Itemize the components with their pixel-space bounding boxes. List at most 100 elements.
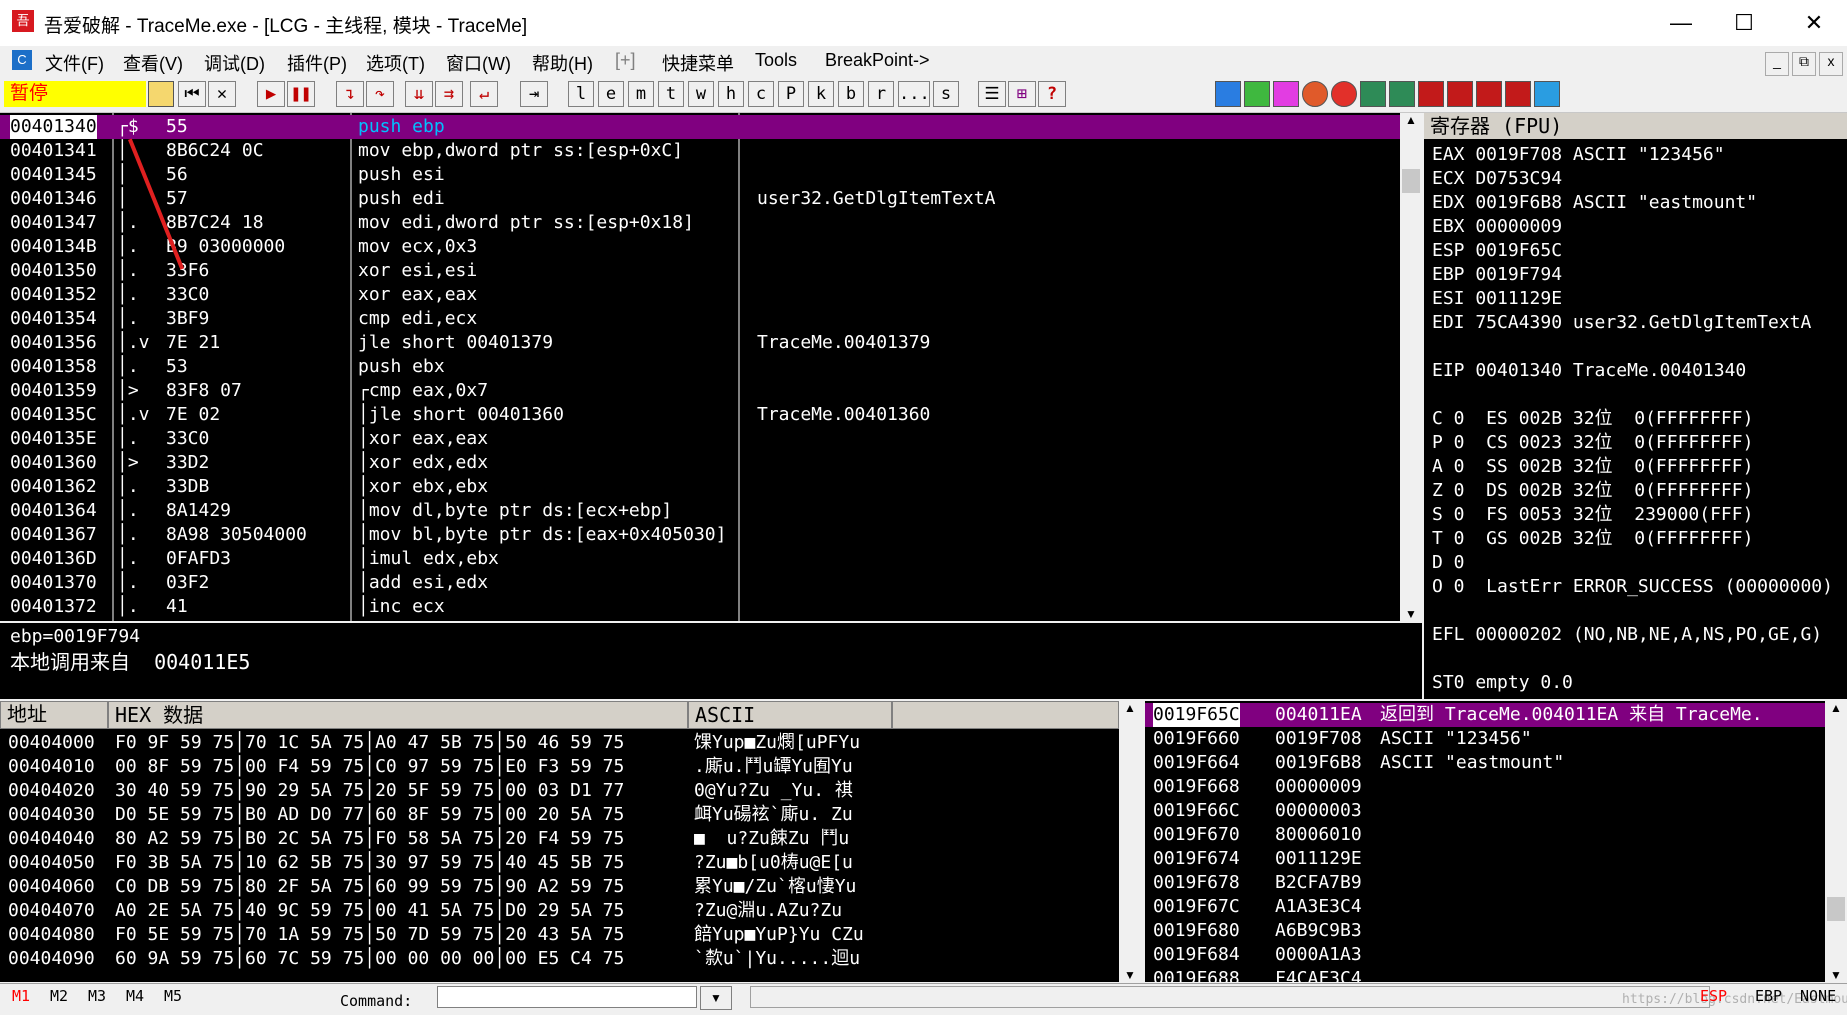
open-icon[interactable] [148, 81, 174, 107]
register-line[interactable]: EAX 0019F708 ASCII "123456" [1432, 143, 1725, 167]
menu-breakpoint[interactable]: BreakPoint-> [825, 50, 930, 71]
menu-shortcut[interactable]: 快捷菜单 [662, 50, 734, 76]
stack-row[interactable] [1145, 943, 1825, 967]
disasm-row[interactable]: 00401340 ┌$ 55 push ebp [0, 115, 1400, 139]
tab-m1[interactable]: M1 [12, 987, 30, 1005]
chart-icon[interactable] [1360, 81, 1386, 107]
register-line[interactable]: ST1 empty 0.0 [1432, 695, 1573, 699]
plugin-love-icon[interactable] [1447, 81, 1473, 107]
run-icon[interactable]: ▶ [257, 81, 285, 107]
close-button[interactable]: ✕ [1785, 0, 1843, 46]
disasm-row[interactable]: 0040135E │. 33C0 │xor eax,eax [0, 427, 1400, 451]
minimize-button[interactable]: — [1652, 0, 1710, 46]
disasm-row[interactable]: 0040134B │. B9 03000000 mov ecx,0x3 [0, 235, 1400, 259]
menu-debug[interactable]: 调试(D) [204, 50, 265, 76]
mdi-close-button[interactable]: x [1819, 52, 1843, 76]
register-line[interactable]: ESP 0019F65C [1432, 239, 1562, 263]
window-handles-button[interactable]: h [718, 81, 744, 107]
disasm-row[interactable]: 00401358 │. 53 push ebx [0, 355, 1400, 379]
stack-row[interactable] [1145, 775, 1825, 799]
menu-tools[interactable]: Tools [755, 50, 797, 71]
stack-row[interactable] [1145, 871, 1825, 895]
menu-plus[interactable]: [+] [615, 50, 636, 71]
disasm-row[interactable]: 00401346 │ 57 push edi user32.GetDlgItemText… [0, 187, 1400, 211]
plugin-break-icon[interactable] [1476, 81, 1502, 107]
stack-row[interactable] [1145, 799, 1825, 823]
menu-options[interactable]: 选项(T) [366, 50, 425, 76]
stack-row[interactable] [1145, 919, 1825, 943]
disasm-row[interactable]: 00401367 │. 8A98 30504000 │mov bl,byte ptr … [0, 523, 1400, 547]
disasm-row[interactable]: 00401347 │. 8B7C24 18 mov edi,dword ptr ss:… [0, 211, 1400, 235]
target-icon[interactable] [1331, 81, 1357, 107]
record-icon[interactable] [1302, 81, 1328, 107]
window-cpu-button[interactable]: c [748, 81, 774, 107]
window-callstack-button[interactable]: k [808, 81, 834, 107]
window-breakpoints-button[interactable]: b [838, 81, 864, 107]
close-debug-icon[interactable]: ✕ [208, 81, 236, 107]
register-line[interactable]: C 0 ES 002B 32位 0(FFFFFFFF) [1432, 407, 1753, 431]
menu-help[interactable]: 帮助(H) [532, 50, 593, 76]
status-esp[interactable]: ESP [1700, 987, 1727, 1005]
disasm-row[interactable]: 00401360 │> 33D2 │xor edx,edx [0, 451, 1400, 475]
window-memory-button[interactable]: m [628, 81, 654, 107]
plugin-tool-icon[interactable] [1418, 81, 1444, 107]
pause-icon[interactable]: ❚❚ [287, 81, 315, 107]
register-line[interactable]: EDI 75CA4390 user32.GetDlgItemTextA [1432, 311, 1811, 335]
execute-till-return-icon[interactable]: ↵ [470, 81, 498, 107]
disasm-row[interactable]: 00401341 │ 8B6C24 0C mov ebp,dword ptr ss:[… [0, 139, 1400, 163]
grid-icon[interactable]: ⊞ [1008, 81, 1036, 107]
register-line[interactable]: T 0 GS 002B 32位 0(FFFFFFFF) [1432, 527, 1753, 551]
list-icon[interactable]: ☰ [978, 81, 1006, 107]
tab-m4[interactable]: M4 [126, 987, 144, 1005]
disasm-row[interactable]: 00401370 │. 03F2 │add esi,edx [0, 571, 1400, 595]
plugin-window-icon[interactable] [1534, 81, 1560, 107]
window-windows-button[interactable]: w [688, 81, 714, 107]
maximize-button[interactable]: ☐ [1715, 0, 1773, 46]
stack-row[interactable] [1145, 847, 1825, 871]
plugin-green-icon[interactable] [1244, 81, 1270, 107]
plugin-unpack-icon[interactable] [1505, 81, 1531, 107]
step-into-icon[interactable]: ↴ [336, 81, 364, 107]
disasm-row[interactable]: 00401359 │> 83F8 07 ┌cmp eax,0x7 [0, 379, 1400, 403]
window-log-button[interactable]: l [568, 81, 594, 107]
dump-header-address[interactable]: 地址 [0, 701, 108, 729]
register-line[interactable]: ESI 0011129E [1432, 287, 1562, 311]
tab-m3[interactable]: M3 [88, 987, 106, 1005]
disasm-row[interactable]: 00401345 │ 56 push esi [0, 163, 1400, 187]
menu-window[interactable]: 窗口(W) [446, 50, 511, 76]
register-line[interactable]: Z 0 DS 002B 32位 0(FFFFFFFF) [1432, 479, 1753, 503]
dump-scrollbar[interactable]: ▲ ▼ [1119, 701, 1141, 982]
register-line[interactable]: D 0 [1432, 551, 1465, 575]
tab-m2[interactable]: M2 [50, 987, 68, 1005]
register-line[interactable]: EIP 00401340 TraceMe.00401340 [1432, 359, 1746, 383]
restart-icon[interactable]: ⏮ [178, 81, 206, 107]
disasm-row[interactable]: 00401352 │. 33C0 xor eax,eax [0, 283, 1400, 307]
window-references-button[interactable]: r [868, 81, 894, 107]
disasm-row[interactable]: 00401362 │. 33DB │xor ebx,ebx [0, 475, 1400, 499]
help-button[interactable]: ? [1038, 81, 1066, 107]
register-line[interactable]: EFL 00000202 (NO,NB,NE,A,NS,PO,GE,G) [1432, 623, 1822, 647]
register-line[interactable]: EBX 00000009 [1432, 215, 1562, 239]
window-threads-button[interactable]: t [658, 81, 684, 107]
stack-scroll-thumb[interactable] [1827, 897, 1845, 921]
register-line[interactable]: A 0 SS 002B 32位 0(FFFFFFFF) [1432, 455, 1753, 479]
register-line[interactable]: O 0 LastErr ERROR_SUCCESS (00000000) [1432, 575, 1833, 599]
menu-view[interactable]: 查看(V) [123, 50, 183, 76]
tab-m5[interactable]: M5 [164, 987, 182, 1005]
stack-row[interactable] [1145, 967, 1825, 982]
disasm-row[interactable]: 00401350 │. 33F6 xor esi,esi [0, 259, 1400, 283]
stack-row[interactable] [1145, 895, 1825, 919]
dump-pane[interactable]: 00404000 F0 9F 59 75│70 1C 5A 75│A0 47 5B… [0, 729, 1119, 982]
trace-into-icon[interactable]: ⇊ [405, 81, 433, 107]
stack-scrollbar[interactable]: ▲ ▼ [1825, 701, 1847, 982]
disasm-row[interactable]: 00401354 │. 3BF9 cmp edi,ecx [0, 307, 1400, 331]
disasm-row[interactable]: 00401372 │. 41 │inc ecx [0, 595, 1400, 619]
register-line[interactable]: EDX 0019F6B8 ASCII "eastmount" [1432, 191, 1757, 215]
stack-row[interactable] [1145, 823, 1825, 847]
command-input[interactable] [437, 986, 697, 1008]
goto-icon[interactable]: ⇥ [520, 81, 548, 107]
status-ebp[interactable]: EBP [1755, 987, 1782, 1005]
register-line[interactable]: ST0 empty 0.0 [1432, 671, 1573, 695]
disassembly-pane[interactable]: 00401340 ┌$ 55 push ebp 00401341 │ 8B6C24 0C mo… [0, 113, 1400, 621]
disasm-scrollbar[interactable]: ▲ ▼ [1400, 113, 1422, 621]
